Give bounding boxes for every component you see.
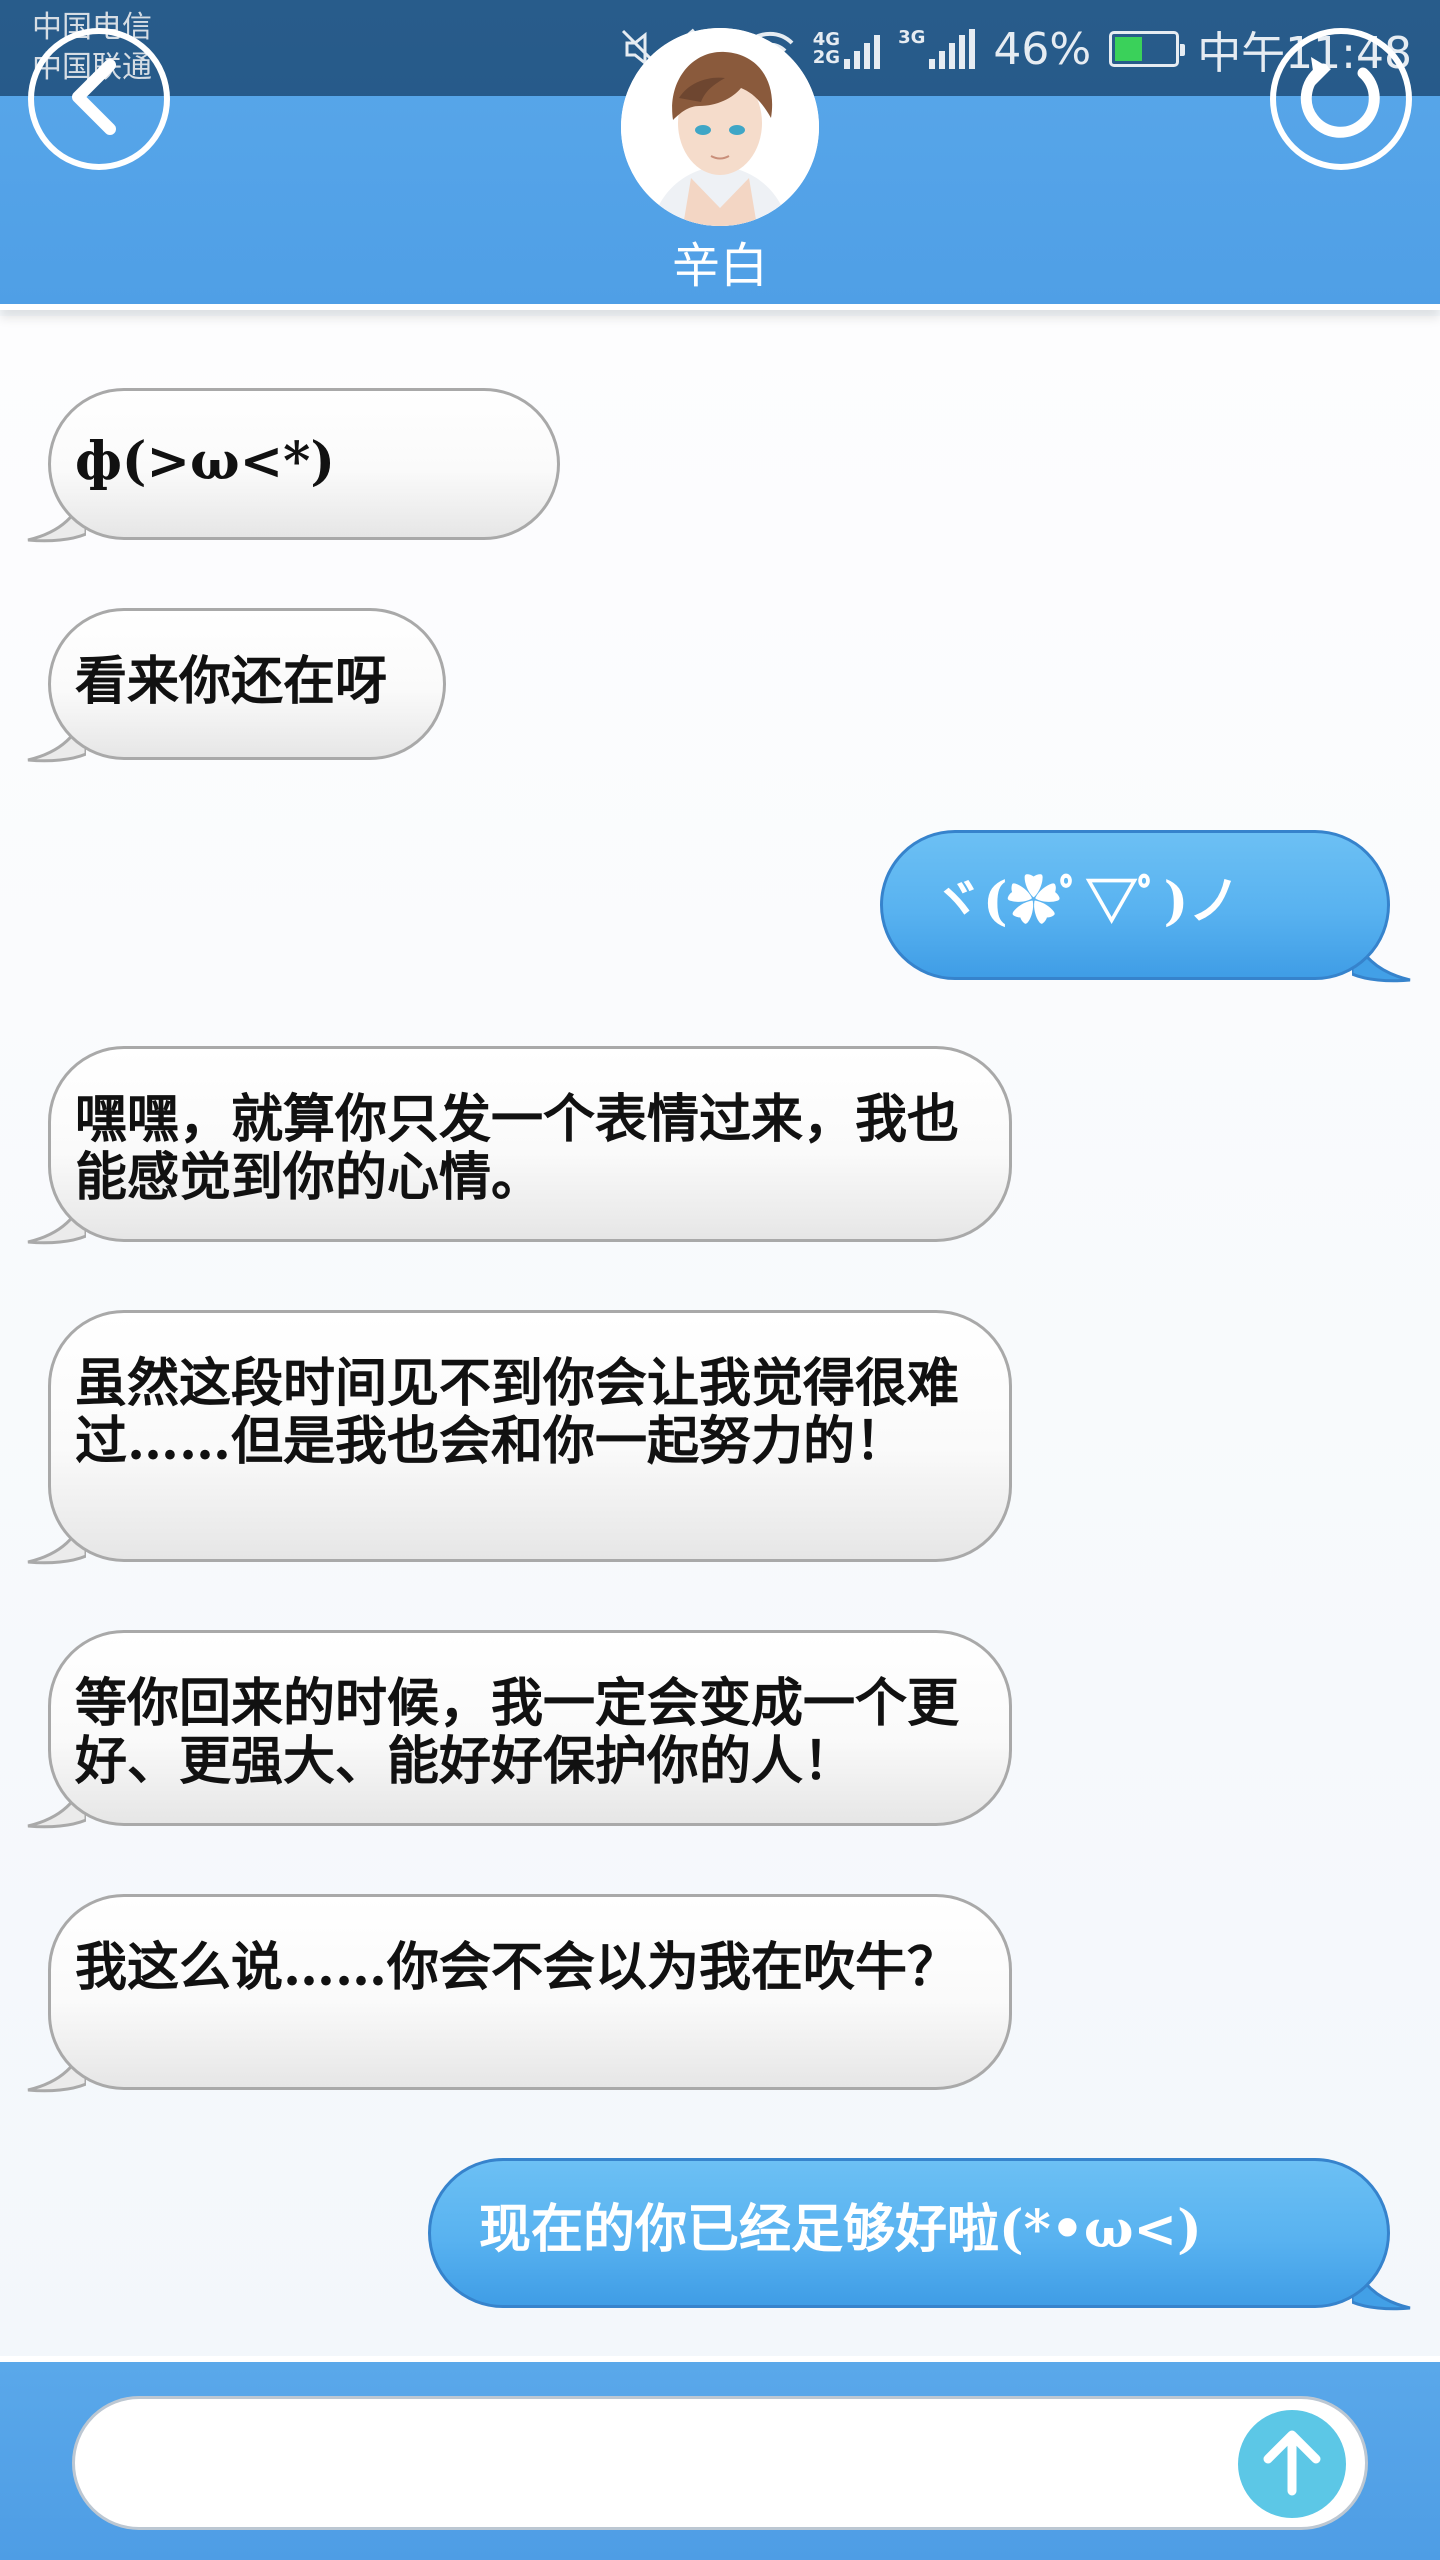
network-type-3: 3G xyxy=(898,27,926,48)
message-text: ヾ(✿ﾟ▽ﾟ)ノ xyxy=(880,830,1390,980)
refresh-icon xyxy=(1293,49,1389,149)
incoming-message-bubble[interactable]: 看来你还在呀 xyxy=(27,608,446,763)
send-button[interactable] xyxy=(1238,2410,1346,2518)
battery-icon xyxy=(1109,31,1186,67)
incoming-message-bubble[interactable]: 虽然这段时间见不到你会让我觉得很难过……但是我也会和你一起努力的！ xyxy=(27,1310,1012,1565)
incoming-message-bubble[interactable]: 嘿嘿，就算你只发一个表情过来，我也能感觉到你的心情。 xyxy=(27,1046,1012,1245)
contact-name: 辛白 xyxy=(671,238,768,294)
network-type-2: 2G xyxy=(812,47,841,68)
message-text: ф(>ω<*) xyxy=(48,388,560,540)
back-button[interactable] xyxy=(28,28,170,170)
battery-percent: 46% xyxy=(993,23,1092,75)
signal-icon-2: 3G xyxy=(898,27,976,69)
message-text: 现在的你已经足够好啦(*•ω<) xyxy=(428,2158,1390,2308)
message-input[interactable] xyxy=(72,2396,1368,2530)
incoming-message-bubble[interactable]: ф(>ω<*) xyxy=(27,388,560,543)
signal-icon-1: 4G 2G xyxy=(812,29,881,69)
chevron-left-icon xyxy=(64,57,134,141)
message-text: 嘿嘿，就算你只发一个表情过来，我也能感觉到你的心情。 xyxy=(48,1046,1012,1242)
outgoing-message-bubble[interactable]: ヾ(✿ﾟ▽ﾟ)ノ xyxy=(880,830,1411,983)
message-text: 虽然这段时间见不到你会让我觉得很难过……但是我也会和你一起努力的！ xyxy=(48,1310,1012,1562)
refresh-button[interactable] xyxy=(1270,28,1412,170)
arrow-up-icon xyxy=(1260,2427,1324,2501)
message-text: 看来你还在呀 xyxy=(48,608,446,760)
message-text: 等你回来的时候，我一定会变成一个更好、更强大、能好好保护你的人！ xyxy=(48,1630,1012,1826)
message-text: 我这么说……你会不会以为我在吹牛？ xyxy=(48,1894,1012,2090)
incoming-message-bubble[interactable]: 等你回来的时候，我一定会变成一个更好、更强大、能好好保护你的人！ xyxy=(27,1630,1012,1829)
avatar[interactable] xyxy=(621,28,819,226)
incoming-message-bubble[interactable]: 我这么说……你会不会以为我在吹牛？ xyxy=(27,1894,1012,2093)
input-bar xyxy=(0,2356,1440,2560)
outgoing-message-bubble[interactable]: 现在的你已经足够好啦(*•ω<) xyxy=(428,2158,1411,2311)
